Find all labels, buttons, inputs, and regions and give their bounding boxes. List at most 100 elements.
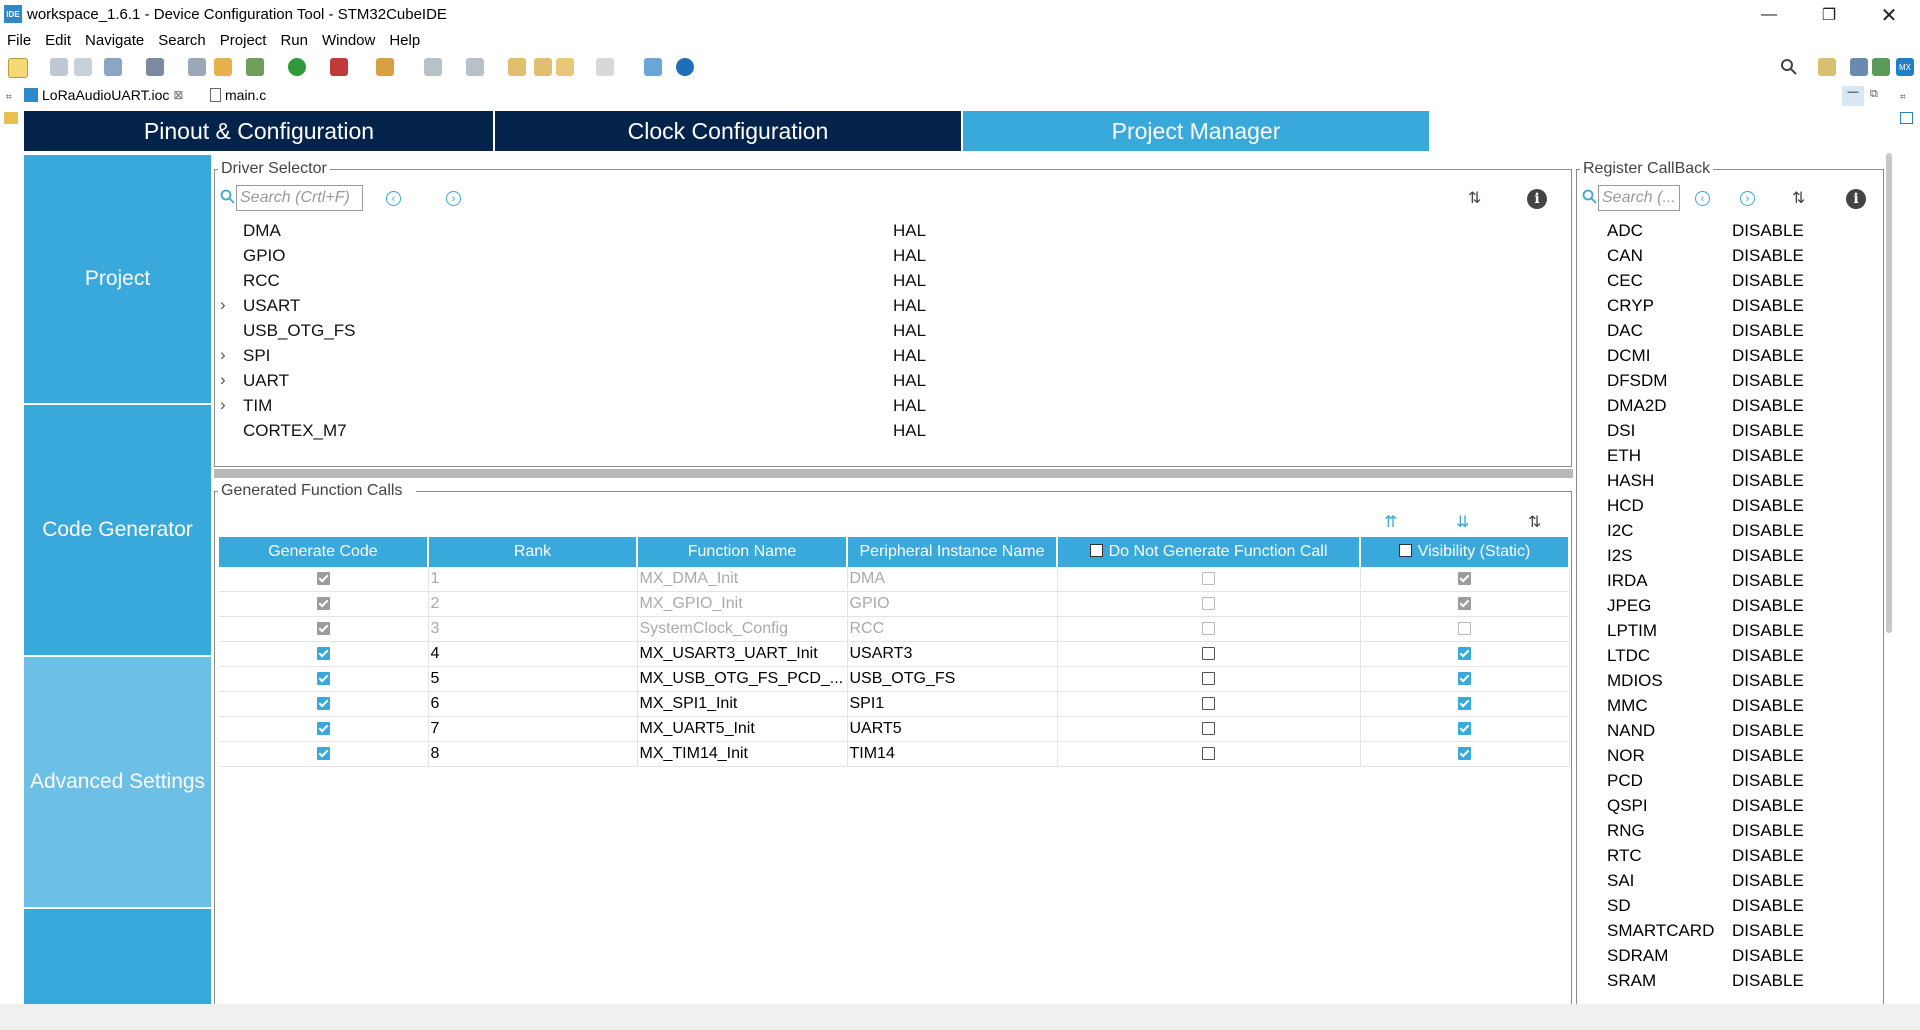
do-not-generate-checkbox[interactable] xyxy=(1202,747,1215,761)
close-icon[interactable]: ✕ xyxy=(1866,2,1912,28)
expand-chevron-icon[interactable]: › xyxy=(220,370,226,390)
nav-project[interactable]: Project xyxy=(24,155,211,403)
callback-value-select[interactable]: DISABLE xyxy=(1732,496,1804,516)
callback-value-select[interactable]: DISABLE xyxy=(1732,896,1804,916)
minimize-icon[interactable]: — xyxy=(1746,2,1792,28)
move-down-icon[interactable]: ⇊ xyxy=(1456,512,1469,532)
table-row[interactable]: 3 SystemClock_Config RCC xyxy=(219,616,1570,642)
menu-edit[interactable]: Edit xyxy=(38,30,78,51)
driver-type-select[interactable]: HAL xyxy=(893,346,926,366)
debug-perspective-icon[interactable] xyxy=(1872,58,1890,76)
tab-project-manager[interactable]: Project Manager xyxy=(963,111,1429,151)
expand-chevron-icon[interactable]: › xyxy=(220,295,226,315)
generate-code-checkbox[interactable] xyxy=(316,722,330,736)
generate-code-checkbox[interactable] xyxy=(316,647,330,661)
callback-search-input[interactable]: Search (... xyxy=(1598,185,1680,211)
expand-chevron-icon[interactable]: › xyxy=(220,395,226,415)
restore-icon[interactable]: ❐ xyxy=(1806,2,1852,28)
callback-value-select[interactable]: DISABLE xyxy=(1732,771,1804,791)
tab-close-icon[interactable]: ⊠ xyxy=(173,88,183,102)
restore-view-icon[interactable] xyxy=(4,112,18,124)
move-up-icon[interactable]: ⇈ xyxy=(1384,512,1397,532)
callback-value-select[interactable]: DISABLE xyxy=(1732,796,1804,816)
tab-pinout[interactable]: Pinout & Configuration xyxy=(24,111,494,151)
callback-value-select[interactable]: DISABLE xyxy=(1732,746,1804,766)
save-all-icon[interactable] xyxy=(74,58,92,76)
generate-code-checkbox[interactable] xyxy=(316,597,330,611)
do-not-generate-checkbox[interactable] xyxy=(1202,622,1215,636)
nav-advanced-settings[interactable]: Advanced Settings xyxy=(24,657,211,907)
do-not-generate-checkbox[interactable] xyxy=(1202,672,1215,686)
right-view-icon[interactable]: ⌗ xyxy=(1900,92,1906,103)
callback-value-select[interactable]: DISABLE xyxy=(1732,546,1804,566)
mx-perspective-icon[interactable]: MX xyxy=(1896,58,1914,76)
prev-annotation-icon[interactable] xyxy=(466,58,484,76)
callback-value-select[interactable]: DISABLE xyxy=(1732,571,1804,591)
settings-icon[interactable] xyxy=(104,58,122,76)
splitter[interactable] xyxy=(214,469,1573,478)
table-row[interactable]: 8 MX_TIM14_Init TIM14 xyxy=(219,741,1570,767)
menu-window[interactable]: Window xyxy=(315,30,382,51)
tab-ioc[interactable]: LoRaAudioUART.ioc ⊠ xyxy=(24,84,183,106)
debug-icon[interactable] xyxy=(246,58,264,76)
callback-value-select[interactable]: DISABLE xyxy=(1732,696,1804,716)
callback-value-select[interactable]: DISABLE xyxy=(1732,946,1804,966)
driver-type-select[interactable]: HAL xyxy=(893,296,926,316)
new-icon[interactable] xyxy=(8,58,28,78)
callback-value-select[interactable]: DISABLE xyxy=(1732,446,1804,466)
do-not-generate-all-checkbox[interactable] xyxy=(1089,544,1103,557)
table-row[interactable]: 1 MX_DMA_Init DMA xyxy=(219,567,1570,592)
do-not-generate-checkbox[interactable] xyxy=(1202,572,1215,586)
menu-search[interactable]: Search xyxy=(151,30,213,51)
callback-value-select[interactable]: DISABLE xyxy=(1732,871,1804,891)
callback-value-select[interactable]: DISABLE xyxy=(1732,521,1804,541)
driver-type-select[interactable]: HAL xyxy=(893,396,926,416)
tab-clock[interactable]: Clock Configuration xyxy=(495,111,961,151)
tab-main-c[interactable]: main.c xyxy=(210,84,266,106)
table-row[interactable]: 4 MX_USART3_UART_Init USART3 xyxy=(219,641,1570,667)
callback-info-icon[interactable]: i xyxy=(1846,189,1866,209)
callback-value-select[interactable]: DISABLE xyxy=(1732,246,1804,266)
driver-type-select[interactable]: HAL xyxy=(893,321,926,341)
visibility-checkbox[interactable] xyxy=(1458,747,1471,761)
visibility-checkbox[interactable] xyxy=(1458,722,1471,736)
generate-code-checkbox[interactable] xyxy=(316,697,330,711)
callback-value-select[interactable]: DISABLE xyxy=(1732,346,1804,366)
callback-value-select[interactable]: DISABLE xyxy=(1732,846,1804,866)
visibility-checkbox[interactable] xyxy=(1458,697,1471,711)
callback-collapse-icon[interactable]: ‹ xyxy=(1695,191,1710,206)
external-tools-icon[interactable] xyxy=(330,58,348,76)
back-icon[interactable] xyxy=(556,58,574,76)
next-annotation-icon[interactable] xyxy=(424,58,442,76)
menu-project[interactable]: Project xyxy=(213,30,274,51)
minimize-view-icon[interactable]: ⌗ xyxy=(6,92,12,103)
callback-value-select[interactable]: DISABLE xyxy=(1732,296,1804,316)
driver-type-select[interactable]: HAL xyxy=(893,271,926,291)
nav-code-generator[interactable]: Code Generator xyxy=(24,405,211,655)
table-row[interactable]: 6 MX_SPI1_Init SPI1 xyxy=(219,691,1570,717)
callback-value-select[interactable]: DISABLE xyxy=(1732,821,1804,841)
callback-value-select[interactable]: DISABLE xyxy=(1732,971,1804,991)
cpp-perspective-icon[interactable] xyxy=(1850,58,1868,76)
driver-search-input[interactable]: Search (Crtl+F) xyxy=(236,185,363,211)
visibility-all-checkbox[interactable] xyxy=(1398,544,1412,557)
info-icon[interactable]: i xyxy=(1527,189,1547,209)
save-icon[interactable] xyxy=(50,58,68,76)
callback-value-select[interactable]: DISABLE xyxy=(1732,471,1804,491)
callback-value-select[interactable]: DISABLE xyxy=(1732,371,1804,391)
col-peripheral-instance[interactable]: Peripheral Instance Name xyxy=(847,537,1058,567)
table-row[interactable]: 2 MX_GPIO_Init GPIO xyxy=(219,591,1570,617)
driver-type-select[interactable]: HAL xyxy=(893,421,926,441)
generate-code-checkbox[interactable] xyxy=(316,747,330,761)
callback-value-select[interactable]: DISABLE xyxy=(1732,396,1804,416)
menu-help[interactable]: Help xyxy=(382,30,427,51)
callback-value-select[interactable]: DISABLE xyxy=(1732,721,1804,741)
search-tool-icon[interactable] xyxy=(376,58,394,76)
do-not-generate-checkbox[interactable] xyxy=(1202,647,1215,661)
visibility-checkbox[interactable] xyxy=(1458,672,1471,686)
col-generate-code[interactable]: Generate Code xyxy=(219,537,429,567)
generate-code-checkbox[interactable] xyxy=(316,572,330,586)
col-do-not-generate[interactable]: Do Not Generate Function Call xyxy=(1057,537,1361,567)
callback-value-select[interactable]: DISABLE xyxy=(1732,271,1804,291)
visibility-checkbox[interactable] xyxy=(1458,572,1471,586)
